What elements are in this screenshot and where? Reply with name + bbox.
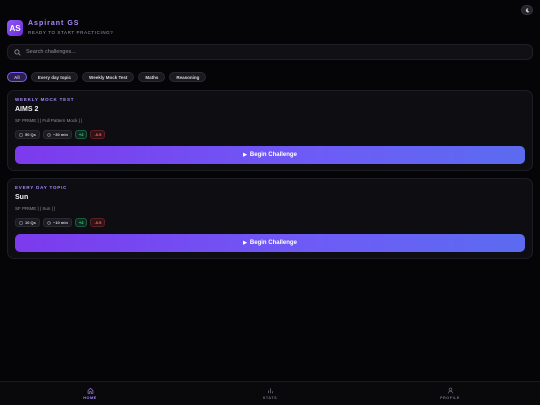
filter-chip-maths[interactable]: Maths [138,72,166,82]
card-subtitle: SF PRIME | | Sun | | [15,206,56,211]
filter-chip-every-day-topic[interactable]: Every day topic [30,72,79,82]
document-icon [19,132,23,137]
nav-label-profile: PROFILE [440,396,460,400]
nav-item-profile[interactable]: PROFILE [360,382,540,405]
card-category: EVERY DAY TOPIC [15,185,68,190]
clock-icon [47,220,51,225]
nav-item-stats[interactable]: STATS [180,382,360,405]
bar-chart-icon [267,388,273,394]
begin-challenge-button[interactable]: ▶ Begin Challenge [15,146,525,164]
question-count-badge: 10 Qs [15,218,40,227]
card-category: WEEKLY MOCK TEST [15,97,75,102]
search-input[interactable]: Search challenges... [26,49,76,55]
app-logo: AS [7,20,23,36]
filter-chip-reasoning[interactable]: Reasoning [169,72,207,82]
negative-marks-badge: -0.5 [90,130,106,139]
nav-label-home: HOME [83,396,97,400]
time-estimate: ~10 min [52,220,68,225]
bottom-navigation: HOME STATS PROFILE [0,381,540,405]
card-title: Sun [15,194,29,201]
search-bar[interactable]: Search challenges... [7,44,533,60]
card-meta: 50 Qs ~30 min +2 -0.5 [15,130,106,139]
positive-marks-badge: +2 [74,218,88,227]
question-count: 10 Qs [25,220,36,225]
filter-chip-all[interactable]: All [7,72,27,82]
user-icon [447,387,453,394]
filter-chip-weekly-mock-test[interactable]: Weekly Mock Test [82,72,135,82]
negative-marks-badge: -0.5 [90,218,106,227]
time-badge: ~10 min [42,218,72,227]
card-meta: 10 Qs ~10 min +2 -0.5 [15,218,106,227]
play-icon: ▶ [243,152,247,158]
question-count: 50 Qs [25,132,36,137]
question-count-badge: 50 Qs [15,130,40,139]
clock-icon [47,132,51,137]
nav-item-home[interactable]: HOME [0,382,180,405]
app-subtitle: READY TO START PRACTICING? [28,30,114,35]
moon-icon [525,7,529,12]
time-badge: ~30 min [42,130,72,139]
challenge-card: WEEKLY MOCK TEST AIMS 2 SF PRIME | | Ful… [7,90,533,171]
document-icon [19,220,23,225]
challenge-card: EVERY DAY TOPIC Sun SF PRIME | | Sun | |… [7,178,533,259]
positive-marks-badge: +2 [74,130,88,139]
begin-challenge-button[interactable]: ▶ Begin Challenge [15,234,525,252]
search-icon [14,48,21,56]
time-estimate: ~30 min [52,132,68,137]
app-header: AS Aspirant GS READY TO START PRACTICING… [7,5,533,40]
card-subtitle: SF PRIME | | Full Pattern Mock | | [15,118,83,123]
card-title: AIMS 2 [15,106,39,113]
nav-label-stats: STATS [262,396,278,400]
play-icon: ▶ [243,240,247,246]
begin-challenge-label: Begin Challenge [249,240,297,246]
app-title: Aspirant GS [28,20,80,27]
begin-challenge-label: Begin Challenge [249,152,297,158]
theme-toggle-button[interactable] [521,5,533,15]
home-icon [87,387,93,394]
filter-chips: All Every day topic Weekly Mock Test Mat… [7,72,207,82]
